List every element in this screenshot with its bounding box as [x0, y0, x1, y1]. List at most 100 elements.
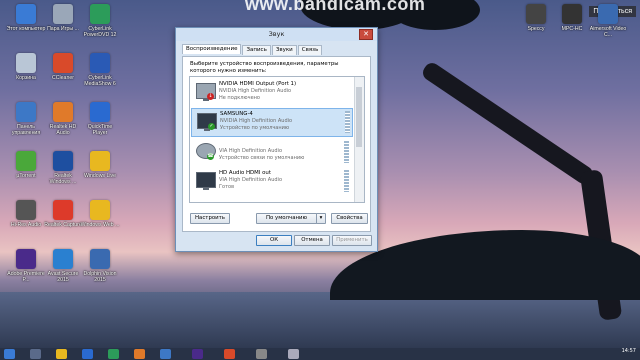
desktop-icon[interactable]: Speccy — [516, 4, 556, 32]
monitor-icon — [196, 172, 216, 190]
device-item-samsung[interactable]: ✓ SAMSUNG-4 NVIDIA High Definition Audio… — [191, 108, 353, 137]
desktop-icon[interactable]: Avast Secure 2015 — [43, 249, 83, 283]
palm-trunk — [419, 60, 596, 187]
app-icon — [16, 249, 36, 269]
tab-playback[interactable]: Воспроизведение — [182, 44, 242, 54]
tab-recording[interactable]: Запись — [242, 45, 271, 55]
clock-time: 14:57 — [621, 348, 636, 354]
taskbar-app-icon[interactable] — [108, 349, 119, 359]
device-item-via-speakers[interactable]: ☎ VIA High Definition Audio Устройство с… — [191, 139, 351, 166]
dialog-title: Звук — [268, 30, 285, 38]
desktop-icon-label: QuickTime Player — [87, 124, 113, 136]
device-driver: VIA High Definition Audio — [219, 177, 282, 183]
device-driver: NVIDIA High Definition Audio — [219, 88, 292, 94]
desktop-icon-label: Windows Web ... — [80, 222, 120, 228]
desktop-icon[interactable]: Adobe Premiere P... — [6, 249, 46, 283]
desktop-icon[interactable]: CyberLink MediaShow 6 — [80, 53, 120, 87]
app-icon — [598, 4, 618, 24]
configure-button[interactable]: Настроить — [190, 213, 230, 224]
desktop-icon-label: Avast Secure 2015 — [47, 271, 79, 283]
device-driver: NVIDIA High Definition Audio — [220, 118, 293, 124]
device-status: Устройство связи по умолчанию — [219, 154, 305, 161]
set-default-button[interactable]: По умолчанию — [256, 213, 317, 224]
tab-sounds[interactable]: Звуки — [271, 45, 297, 55]
desktop-icon[interactable]: Realtek Windows ... — [43, 151, 83, 185]
phone-icon: ☎ — [207, 153, 214, 160]
apply-button[interactable]: Применить — [332, 235, 372, 246]
tab-strip: Воспроизведение Запись Звуки Связь — [182, 44, 323, 55]
device-details: VIA High Definition Audio Готов — [219, 177, 282, 190]
app-icon — [16, 200, 36, 220]
volume-meter — [344, 170, 349, 192]
desktop-icon-label: Этот компьютер — [6, 26, 46, 32]
device-details: VIA High Definition Audio Устройство свя… — [219, 148, 304, 161]
desktop-icon[interactable]: MPC-HC — [552, 4, 592, 32]
desktop-icon-label: CyberLink PowerDVD 12 — [83, 26, 117, 38]
taskbar-app-icon[interactable] — [224, 349, 235, 359]
taskbar-app-icon[interactable] — [82, 349, 93, 359]
taskbar-app-icon[interactable] — [30, 349, 41, 359]
app-icon — [90, 102, 110, 122]
device-status: Готов — [219, 183, 235, 190]
desktop-icon[interactable]: Realtek HD Audio — [43, 102, 83, 136]
premiere-icon[interactable] — [192, 349, 203, 359]
app-icon — [90, 151, 110, 171]
list-scrollbar[interactable] — [354, 77, 364, 202]
clock[interactable]: 14:57 — [622, 348, 636, 354]
desktop-icon[interactable]: Windows Web ... — [80, 200, 120, 228]
desktop-icon[interactable]: Корзина — [6, 53, 46, 81]
set-default-dropdown[interactable]: ▾ — [316, 213, 326, 224]
desktop-icon-label: Speccy — [527, 26, 545, 32]
taskbar-app-icon[interactable] — [256, 349, 267, 359]
taskbar-app-icon[interactable] — [134, 349, 145, 359]
app-icon — [90, 249, 110, 269]
cancel-button[interactable]: Отмена — [294, 235, 330, 246]
device-status: Не подключено — [219, 94, 260, 101]
device-details: NVIDIA High Definition Audio Устройство … — [220, 118, 292, 131]
playback-panel: Выберите устройство воспроизведения, пар… — [182, 56, 371, 232]
volume-meter — [344, 141, 349, 163]
ok-button[interactable]: ОК — [256, 235, 292, 246]
desktop-icon-label: Aimersoft Video C... — [589, 26, 627, 38]
desktop-icon[interactable]: CyberLink PowerDVD 12 — [80, 4, 120, 38]
folder-icon[interactable] — [56, 349, 67, 359]
desktop-icon-label: µTorrent — [16, 173, 36, 179]
volume-meter — [345, 111, 350, 133]
desktop-icon[interactable]: Dolphin Vision 2015 — [80, 249, 120, 283]
device-item-nvidia-hdmi[interactable]: ↓ NVIDIA HDMI Output (Port 1) NVIDIA Hig… — [191, 79, 351, 106]
dialog-titlebar[interactable]: Звук ✕ — [176, 28, 377, 41]
desktop-icon[interactable]: Этот компьютер — [6, 4, 46, 32]
taskbar-app-icon[interactable] — [160, 349, 171, 359]
desktop-icon[interactable]: CCleaner — [43, 53, 83, 81]
properties-button[interactable]: Свойства — [331, 213, 368, 224]
device-item-hd-audio-hdmi[interactable]: HD Audio HDMI out VIA High Definition Au… — [191, 168, 351, 195]
device-name: HD Audio HDMI out — [219, 170, 271, 176]
app-icon — [562, 4, 582, 24]
desktop-icon[interactable]: µTorrent — [6, 151, 46, 179]
scrollbar-thumb[interactable] — [356, 87, 362, 147]
tab-communications[interactable]: Связь — [297, 45, 323, 55]
device-status: Устройство по умолчанию — [220, 124, 290, 131]
desktop-icon[interactable]: Windows Live — [80, 151, 120, 179]
desktop-icon[interactable]: QuickTime Player — [80, 102, 120, 136]
desktop-icon-label: MPC-HC — [561, 26, 583, 32]
desktop-icon-label: Пара Игры ... — [47, 26, 79, 32]
desktop-icon-label: CCleaner — [52, 75, 74, 81]
desktop-icon[interactable]: Hi-Res Audio — [6, 200, 46, 228]
close-button[interactable]: ✕ — [359, 29, 373, 40]
desktop-icon-label: Adobe Premiere P... — [7, 271, 45, 283]
app-icon — [90, 200, 110, 220]
start-icon[interactable] — [4, 349, 15, 359]
device-list[interactable]: ↓ NVIDIA HDMI Output (Port 1) NVIDIA Hig… — [189, 76, 365, 203]
desktop-icon[interactable]: Realtek Capture — [43, 200, 83, 228]
desktop-icon[interactable]: Aimersoft Video C... — [588, 4, 628, 38]
app-icon — [16, 53, 36, 73]
desktop-icon[interactable]: Пара Игры ... — [43, 4, 83, 32]
device-details: NVIDIA High Definition Audio Не подключе… — [219, 88, 291, 101]
sound-taskbar-icon[interactable] — [288, 349, 299, 359]
app-icon — [53, 102, 73, 122]
desktop-icon-label: Dolphin Vision 2015 — [83, 271, 117, 283]
disconnected-badge-icon: ↓ — [207, 93, 214, 100]
desktop-icon[interactable]: Панель управления — [6, 102, 46, 136]
app-icon — [53, 151, 73, 171]
